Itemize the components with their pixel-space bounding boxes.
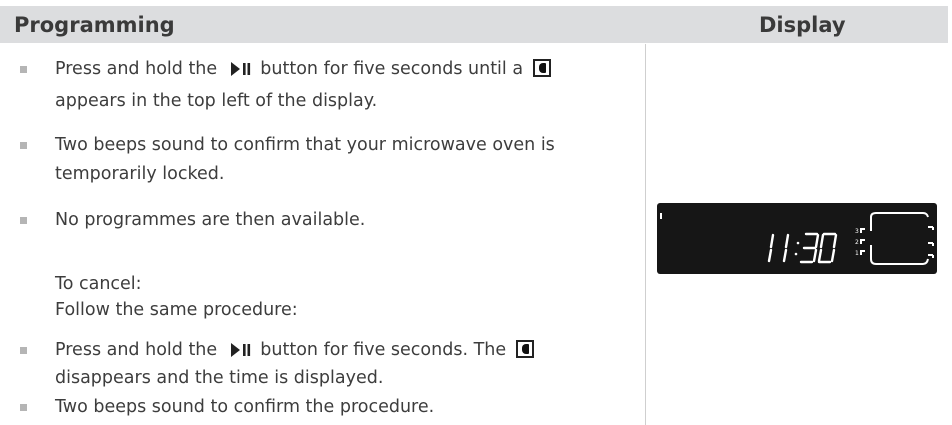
item-text: Press and hold the button for five secon… — [55, 336, 645, 364]
play-pause-icon — [230, 62, 250, 76]
cancel-title: To cancel: — [55, 274, 142, 294]
bullet-marker — [20, 217, 27, 224]
svg-text:1: 1 — [855, 250, 859, 257]
play-pause-icon — [230, 343, 250, 357]
bullet-marker — [20, 142, 27, 149]
display-heading: Display — [759, 12, 846, 37]
display-frame — [870, 212, 934, 265]
power-levels: 3 2 1 — [855, 228, 865, 257]
column-divider — [645, 44, 646, 425]
lock-icon — [515, 340, 534, 358]
lock-icon — [532, 59, 551, 77]
display-screen: 3 2 1 — [660, 212, 934, 265]
microwave-display: 3 2 1 — [657, 203, 937, 274]
item-text: Two beeps sound to confirm the procedure… — [55, 397, 435, 417]
item-text: Press and hold the button for five secon… — [55, 55, 645, 83]
bullet-marker — [20, 66, 27, 73]
item-text-line2: disappears and the time is displayed. — [55, 368, 384, 388]
programming-heading: Programming — [14, 12, 175, 37]
item-text-line2: temporarily locked. — [55, 164, 225, 184]
item-text-line2: appears in the top left of the display. — [55, 91, 378, 111]
bullet-marker — [20, 347, 27, 354]
lock-indicator-icon — [660, 213, 662, 219]
cancel-subtitle: Follow the same procedure: — [55, 300, 298, 320]
bullet-marker — [20, 404, 27, 411]
time-digits — [767, 232, 838, 264]
svg-text:3: 3 — [855, 228, 859, 235]
table-header: Programming Display — [0, 6, 948, 43]
item-text: Two beeps sound to confirm that your mic… — [55, 135, 555, 155]
item-text: No programmes are then available. — [55, 210, 366, 230]
svg-text:2: 2 — [855, 239, 859, 246]
